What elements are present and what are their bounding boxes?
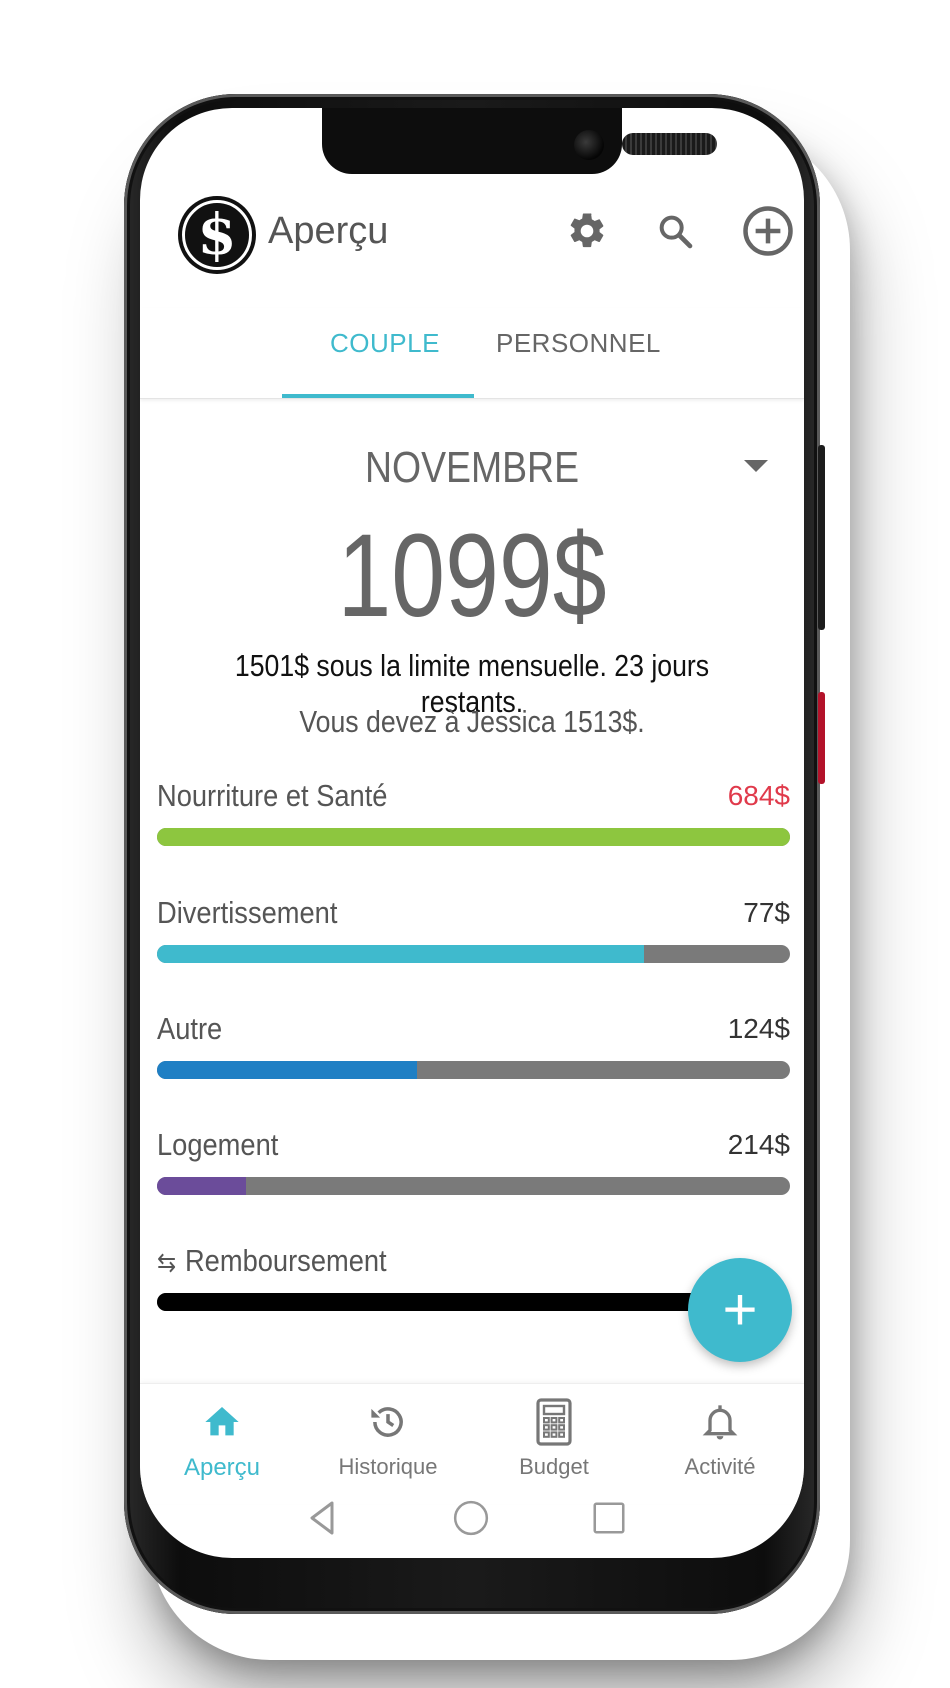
power-button: [818, 692, 825, 784]
category-progress-fill: [157, 1061, 417, 1079]
category-row[interactable]: Logement 214$: [157, 1127, 790, 1207]
bell-icon: [640, 1394, 800, 1450]
add-circle-icon[interactable]: [740, 203, 796, 259]
category-amount: 77$: [743, 897, 790, 928]
chevron-down-icon[interactable]: [744, 460, 768, 472]
nav-label: Historique: [338, 1454, 438, 1479]
category-name: Remboursement: [184, 1243, 387, 1278]
bottom-navigation: Aperçu Historique Budget Activité: [140, 1383, 804, 1504]
gear-icon[interactable]: [562, 206, 612, 256]
category-progress-fill: [157, 1177, 246, 1195]
search-icon[interactable]: [650, 206, 700, 256]
calculator-icon: [474, 1394, 634, 1450]
recent-apps-icon[interactable]: [590, 1498, 628, 1543]
category-amount: 214$: [727, 1129, 790, 1160]
category-row[interactable]: Divertissement 77$: [157, 895, 790, 975]
category-name: Nourriture et Santé: [157, 778, 388, 813]
category-amount: 124$: [727, 1013, 790, 1044]
back-icon[interactable]: [305, 1498, 339, 1543]
swap-arrows-icon: ⇆: [157, 1247, 177, 1278]
home-circle-icon[interactable]: [452, 1498, 490, 1543]
month-selector[interactable]: NOVEMBRE: [190, 443, 754, 493]
nav-item-historique[interactable]: Historique: [308, 1394, 468, 1480]
nav-item-budget[interactable]: Budget: [474, 1394, 634, 1480]
category-name: Autre: [157, 1011, 223, 1046]
nav-label: Aperçu: [183, 1454, 261, 1481]
category-name: Divertissement: [157, 895, 338, 930]
tab-couple[interactable]: COUPLE: [330, 328, 440, 359]
active-tab-indicator: [282, 394, 474, 398]
history-icon: [308, 1394, 468, 1450]
category-row[interactable]: Nourriture et Santé 684$: [157, 778, 790, 858]
tab-bar: COUPLE PERSONNEL: [140, 308, 804, 399]
debt-status: Vous devez à Jessica 1513$.: [299, 704, 645, 739]
volume-button: [818, 445, 825, 630]
phone-screen: $ Aperçu COUPLE PERSONNEL NOVEMBRE 1099$…: [140, 108, 804, 1558]
system-navigation: [140, 1488, 804, 1558]
category-progress-bar: [157, 828, 790, 846]
category-name-wrapper: ⇆ Remboursement: [157, 1243, 387, 1279]
nav-item-activite[interactable]: Activité: [640, 1394, 800, 1480]
category-progress-fill: [157, 828, 790, 846]
logo-symbol: $: [197, 202, 237, 268]
category-amount: 684$: [727, 780, 790, 811]
nav-label: Budget: [519, 1454, 589, 1479]
nav-label: Activité: [684, 1454, 756, 1479]
category-progress-bar: [157, 1177, 790, 1195]
category-progress-bar: [157, 1061, 790, 1079]
page-title: Aperçu: [268, 210, 389, 252]
category-progress-bar: [157, 945, 790, 963]
tab-personnel[interactable]: PERSONNEL: [496, 328, 661, 359]
home-icon: [142, 1394, 302, 1450]
total-amount: 1099$: [337, 510, 607, 642]
category-row[interactable]: Autre 124$: [157, 1011, 790, 1091]
nav-item-apercu[interactable]: Aperçu: [142, 1394, 302, 1482]
category-progress-fill: [157, 945, 645, 963]
add-expense-fab[interactable]: +: [688, 1258, 792, 1362]
app-logo: $: [178, 196, 256, 274]
category-name: Logement: [157, 1127, 279, 1162]
app-header: $ Aperçu COUPLE PERSONNEL: [140, 108, 804, 399]
